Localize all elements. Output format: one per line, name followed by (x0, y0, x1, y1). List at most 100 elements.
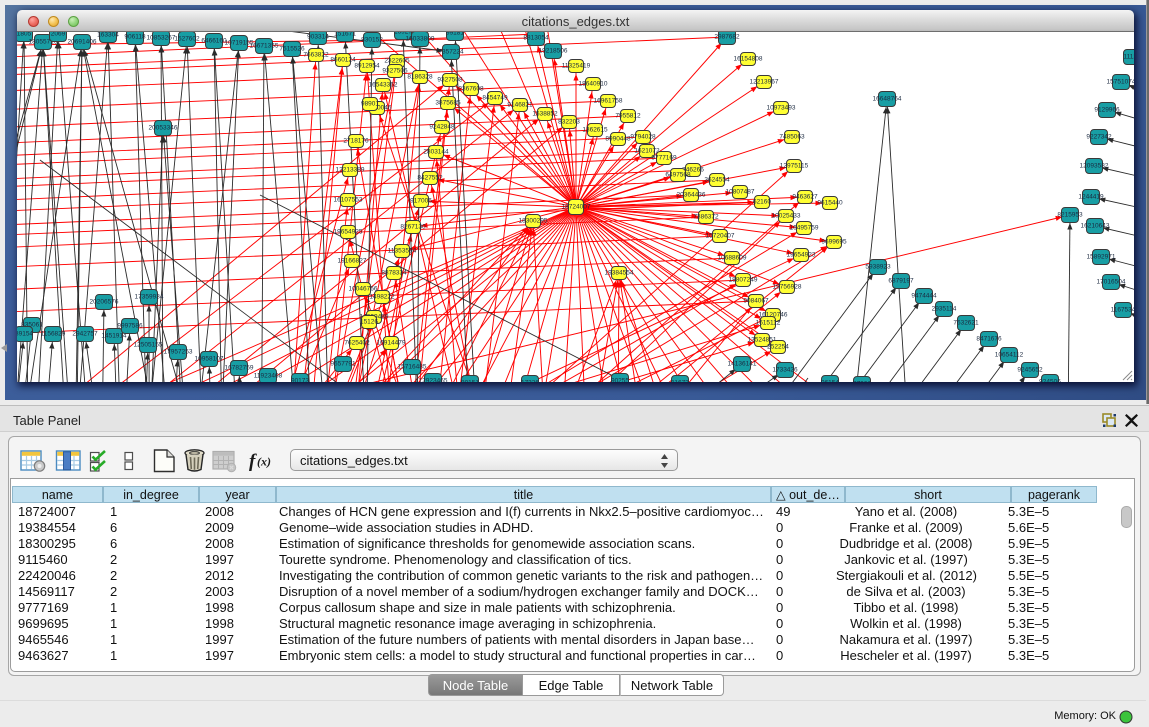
svg-text:18300295: 18300295 (519, 218, 548, 225)
svg-text:17016504: 17016504 (1097, 279, 1126, 286)
svg-text:16782759: 16782759 (225, 365, 254, 372)
svg-text:98901: 98901 (361, 101, 379, 108)
svg-text:3875685: 3875685 (435, 100, 461, 107)
svg-text:f: f (249, 451, 257, 472)
svg-text:9474444: 9474444 (911, 293, 937, 300)
svg-text:17359934: 17359934 (135, 294, 164, 301)
svg-text:11123: 11123 (1123, 54, 1134, 61)
svg-text:10973493: 10973493 (767, 105, 796, 112)
svg-text:9657791: 9657791 (330, 361, 356, 368)
svg-text:10025433: 10025433 (772, 213, 801, 220)
svg-text:2987682: 2987682 (714, 34, 740, 41)
svg-text:151671: 151671 (334, 32, 356, 38)
svg-text:8878334: 8878334 (381, 270, 407, 277)
svg-text:19218506: 19218506 (539, 48, 568, 55)
svg-text:9245652: 9245652 (1017, 367, 1043, 374)
svg-text:10046766: 10046766 (349, 286, 378, 293)
svg-text:9615440: 9615440 (817, 200, 843, 207)
svg-text:15126: 15126 (360, 319, 378, 326)
svg-text:16107553: 16107553 (334, 197, 363, 204)
svg-text:18640910: 18640910 (579, 81, 608, 88)
svg-text:7515526: 7515526 (279, 46, 305, 53)
svg-text:(x): (x) (257, 455, 271, 469)
svg-text:8471676: 8471676 (976, 336, 1002, 343)
svg-text:1805: 1805 (17, 32, 32, 38)
svg-text:9146821: 9146821 (507, 102, 533, 109)
svg-text:9327508: 9327508 (437, 77, 463, 84)
svg-text:20206576: 20206576 (90, 299, 119, 306)
svg-text:9699695: 9699695 (821, 239, 847, 246)
svg-text:14136141: 14136141 (728, 361, 757, 368)
svg-text:917006: 917006 (410, 198, 432, 205)
svg-text:19384554: 19384554 (605, 270, 634, 277)
svg-text:16154808: 16154808 (734, 56, 763, 63)
svg-text:2718176: 2718176 (343, 138, 369, 145)
svg-text:8267130: 8267130 (400, 224, 426, 231)
svg-text:1362615: 1362615 (582, 127, 608, 134)
svg-text:16914479: 16914479 (377, 340, 406, 347)
svg-text:924506: 924506 (1039, 379, 1061, 383)
svg-text:15892971: 15892971 (1087, 254, 1116, 261)
svg-text:16961758: 16961758 (594, 98, 623, 105)
svg-text:830152: 830152 (361, 37, 383, 44)
svg-text:906118: 906118 (124, 34, 146, 41)
svg-text:1527602: 1527602 (174, 36, 200, 43)
svg-text:8912954: 8912954 (354, 63, 380, 70)
svg-text:16543362: 16543362 (369, 82, 398, 89)
svg-text:15716485: 15716485 (398, 364, 427, 371)
svg-text:11672: 11672 (671, 380, 689, 383)
svg-text:20364436: 20364436 (677, 192, 706, 199)
svg-text:7625402: 7625402 (344, 340, 370, 347)
svg-text:2367608: 2367608 (458, 86, 484, 93)
svg-text:8427552: 8427552 (417, 175, 443, 182)
svg-text:9463627: 9463627 (792, 194, 818, 201)
svg-text:19756928: 19756928 (773, 284, 802, 291)
svg-text:10958107: 10958107 (195, 356, 224, 363)
svg-text:7955812: 7955812 (615, 113, 641, 120)
svg-text:832203: 832203 (558, 119, 580, 126)
svg-text:2069: 2069 (51, 32, 66, 38)
svg-text:6466160: 6466160 (201, 38, 227, 45)
svg-text:87061: 87061 (853, 381, 871, 383)
svg-text:20691406: 20691406 (68, 39, 97, 46)
svg-text:8813054: 8813054 (523, 35, 549, 42)
svg-text:16495759: 16495759 (790, 225, 819, 232)
svg-text:8454749: 8454749 (482, 95, 508, 102)
svg-text:10853267: 10853267 (147, 35, 176, 42)
svg-text:1156829: 1156829 (41, 331, 66, 338)
svg-text:20053346: 20053346 (149, 125, 178, 132)
svg-text:19654925: 19654925 (334, 229, 363, 236)
svg-text:99181: 99181 (446, 32, 464, 37)
svg-text:7386372: 7386372 (693, 214, 719, 221)
svg-text:6497568: 6497568 (665, 172, 691, 179)
svg-text:1244419: 1244419 (1078, 194, 1104, 201)
svg-text:2322605: 2322605 (384, 58, 410, 65)
svg-text:18807249: 18807249 (729, 277, 758, 284)
svg-text:10807487: 10807487 (726, 189, 755, 196)
svg-text:9794028: 9794028 (630, 134, 656, 141)
svg-text:10654112: 10654112 (995, 352, 1024, 359)
svg-text:12923465: 12923465 (419, 378, 448, 383)
svg-text:7485063: 7485063 (779, 134, 805, 141)
svg-text:1498222: 1498222 (369, 294, 395, 301)
svg-text:1167534: 1167534 (1111, 307, 1134, 314)
svg-text:1733426: 1733426 (772, 367, 798, 374)
svg-text:16210643: 16210643 (1081, 223, 1110, 230)
svg-text:12975115: 12975115 (780, 163, 809, 170)
svg-text:12213389: 12213389 (336, 167, 365, 174)
svg-text:12505155: 12505155 (134, 342, 163, 349)
svg-text:19654923: 19654923 (787, 252, 816, 259)
svg-text:8186328: 8186328 (407, 74, 433, 81)
svg-text:15720407: 15720407 (706, 233, 735, 240)
svg-text:2935114: 2935114 (932, 306, 957, 313)
svg-text:15751074: 15751074 (1107, 79, 1134, 86)
svg-text:9327506: 9327506 (382, 68, 408, 75)
svg-text:6879197: 6879197 (888, 278, 914, 285)
svg-text:18724007: 18724007 (562, 204, 591, 211)
svg-text:252254: 252254 (767, 344, 789, 351)
svg-text:8215953: 8215953 (1057, 212, 1083, 219)
svg-text:9997586: 9997586 (117, 323, 143, 330)
svg-text:16671355: 16671355 (250, 43, 279, 50)
svg-text:9129966: 9129966 (1094, 107, 1120, 114)
svg-text:9084067: 9084067 (743, 298, 769, 305)
